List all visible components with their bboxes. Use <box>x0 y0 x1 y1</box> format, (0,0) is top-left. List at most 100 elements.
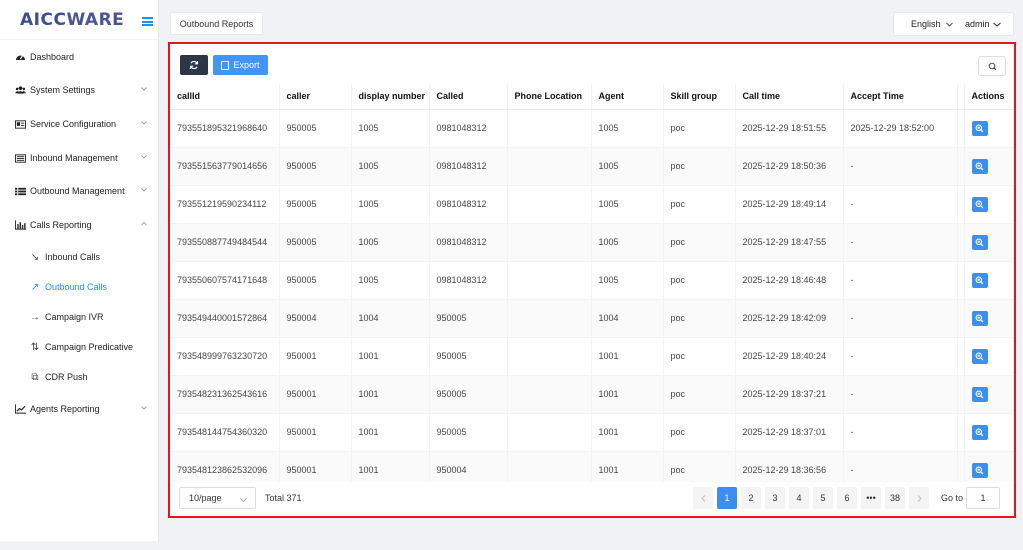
cell-call-time: 2025-12-29 18:49:14 <box>735 185 844 224</box>
cell-display-number: 1005 <box>351 109 430 148</box>
cell-caller: 950005 <box>279 109 352 148</box>
refresh-icon <box>189 60 199 70</box>
document-icon <box>221 60 230 70</box>
cell-agent: 1001 <box>591 451 664 482</box>
view-details-button[interactable] <box>971 234 988 250</box>
page-button-5[interactable]: 5 <box>813 487 833 509</box>
page-button-6[interactable]: 6 <box>837 487 857 509</box>
cell-truncated: 2( <box>957 375 965 414</box>
cell-callid: 793551219590234112 <box>170 185 280 224</box>
cell-called: 0981048312 <box>429 261 508 300</box>
chevron-down-icon <box>946 22 953 27</box>
view-details-button[interactable] <box>971 386 988 402</box>
refresh-button[interactable] <box>180 55 208 75</box>
export-label: Export <box>233 60 260 70</box>
page-button-3[interactable]: 3 <box>765 487 785 509</box>
next-page-button[interactable] <box>909 487 929 509</box>
column-header-agent[interactable]: Agent <box>591 84 664 110</box>
sidebar-subitem-outbound-calls[interactable]: ↗ Outbound Calls <box>0 272 159 302</box>
sidebar-subitem-inbound-calls[interactable]: ↘ Inbound Calls <box>0 242 159 272</box>
page-button-4[interactable]: 4 <box>789 487 809 509</box>
list-alt-icon <box>15 186 26 196</box>
goto-page-input[interactable] <box>966 487 1000 509</box>
sidebar-item-dashboard[interactable]: Dashboard <box>0 40 159 74</box>
sidebar-item-agents-reporting[interactable]: Agents Reporting <box>0 392 159 426</box>
view-details-button[interactable] <box>971 348 988 364</box>
cell-agent: 1001 <box>591 413 664 452</box>
view-details-button[interactable] <box>971 120 988 136</box>
cell-display-number: 1004 <box>351 299 430 338</box>
sidebar-subitem-campaign-predicative[interactable]: ⇅ Campaign Predicative <box>0 332 159 362</box>
column-header-actions: Actions <box>963 84 1014 110</box>
view-details-button[interactable] <box>971 310 988 326</box>
column-header-display-number[interactable]: display number <box>351 84 430 110</box>
bar-chart-icon <box>15 220 26 230</box>
cell-skill-group: poc <box>663 109 736 148</box>
chevron-down-icon <box>141 406 147 410</box>
arrow-right-icon: → <box>30 311 40 323</box>
sidebar-item-system-settings[interactable]: System Settings <box>0 73 159 107</box>
page-size-select[interactable]: 10/page <box>179 487 256 509</box>
sidebar-item-label: Agents Reporting <box>30 404 100 414</box>
cell-actions <box>963 261 1014 300</box>
page-button-2[interactable]: 2 <box>741 487 761 509</box>
sidebar-item-label: System Settings <box>30 85 96 95</box>
sidebar-item-inbound-management[interactable]: Inbound Management <box>0 141 159 175</box>
tab-outbound-reports[interactable]: Outbound Reports <box>170 12 263 35</box>
logo[interactable]: AICCWARE <box>20 10 124 30</box>
menu-collapse-icon[interactable] <box>142 17 153 26</box>
view-details-button[interactable] <box>971 462 988 478</box>
table-row: 793551895321968640 950005 1005 0981048312 10… <box>170 109 1014 148</box>
sidebar-subitem-cdr-push[interactable]: ⧉ CDR Push <box>0 362 159 392</box>
sidebar-item-calls-reporting[interactable]: Calls Reporting <box>0 208 159 242</box>
column-header-truncated[interactable]: E <box>957 84 965 110</box>
cell-call-time: 2025-12-29 18:37:21 <box>735 375 844 414</box>
prev-page-button[interactable] <box>693 487 713 509</box>
view-details-button[interactable] <box>971 158 988 174</box>
cell-call-time: 2025-12-29 18:47:55 <box>735 223 844 262</box>
zoom-in-icon <box>975 238 984 246</box>
page-button-1[interactable]: 1 <box>717 487 737 509</box>
language-select[interactable]: English <box>911 19 953 29</box>
chevron-left-icon <box>700 494 705 502</box>
column-header-call-time[interactable]: Call time <box>735 84 844 110</box>
column-header-accept-time[interactable]: Accept Time <box>843 84 958 110</box>
cell-agent: 1001 <box>591 375 664 414</box>
cell-actions <box>963 185 1014 224</box>
calls-table: callId caller display number Called Phon… <box>170 84 1014 482</box>
zoom-in-icon <box>975 352 984 360</box>
sidebar-item-label: Calls Reporting <box>30 220 92 230</box>
column-header-called[interactable]: Called <box>429 84 508 110</box>
column-header-phone-location[interactable]: Phone Location <box>507 84 592 110</box>
chevron-right-icon <box>917 494 922 502</box>
cell-display-number: 1005 <box>351 261 430 300</box>
view-details-button[interactable] <box>971 196 988 212</box>
page-ellipsis-button[interactable]: ••• <box>861 487 881 509</box>
sidebar-subitem-campaign-ivr[interactable]: → Campaign IVR <box>0 302 159 332</box>
cell-skill-group: poc <box>663 413 736 452</box>
view-details-button[interactable] <box>971 272 988 288</box>
cell-caller: 950005 <box>279 261 352 300</box>
view-details-button[interactable] <box>971 424 988 440</box>
cell-truncated: 2( <box>957 223 965 262</box>
cell-display-number: 1001 <box>351 375 430 414</box>
column-header-caller[interactable]: caller <box>279 84 352 110</box>
table-row: 793550887749484544 950005 1005 0981048312 10… <box>170 223 1014 262</box>
sidebar-item-outbound-management[interactable]: Outbound Management <box>0 174 159 208</box>
column-header-callid[interactable]: callId <box>170 84 280 110</box>
cell-accept-time: - <box>843 413 958 452</box>
search-button[interactable] <box>978 56 1006 76</box>
cell-accept-time: - <box>843 337 958 376</box>
chevron-down-icon <box>239 494 248 503</box>
zoom-in-icon <box>975 314 984 322</box>
sidebar-item-service-configuration[interactable]: Service Configuration <box>0 107 159 141</box>
cell-agent: 1005 <box>591 223 664 262</box>
export-button[interactable]: Export <box>213 55 268 75</box>
table-row: 793548123862532096 950001 1001 950004 1001 po… <box>170 451 1014 482</box>
main-panel: Export callId caller display number Call… <box>168 42 1016 518</box>
zoom-in-icon <box>975 200 984 208</box>
cell-caller: 950005 <box>279 185 352 224</box>
column-header-skill-group[interactable]: Skill group <box>663 84 736 110</box>
page-button-38[interactable]: 38 <box>885 487 905 509</box>
user-menu[interactable]: admin <box>965 19 1001 29</box>
